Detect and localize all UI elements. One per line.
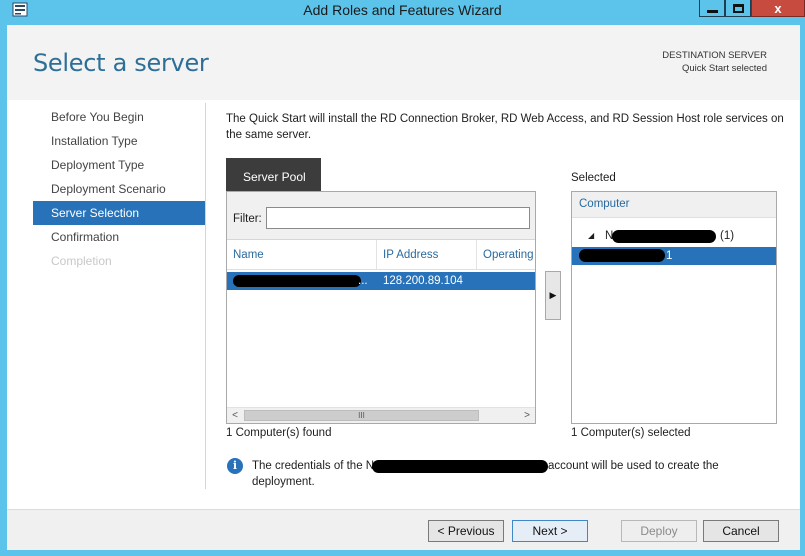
- nav-item-deployment-scenario[interactable]: Deployment Scenario: [33, 177, 205, 201]
- minimize-button[interactable]: [699, 0, 725, 17]
- redacted-selected-server: [579, 249, 665, 262]
- maximize-icon: [732, 3, 744, 13]
- tab-server-pool[interactable]: Server Pool: [226, 158, 321, 192]
- nav-divider: [205, 103, 206, 489]
- redacted-account-name: [372, 460, 548, 473]
- title-bar[interactable]: Add Roles and Features Wizard x: [0, 0, 805, 20]
- destination-value: Quick Start selected: [681, 63, 767, 74]
- minimize-icon: [706, 10, 718, 13]
- wizard-nav: Before You Begin Installation Type Deplo…: [33, 105, 205, 273]
- column-header-ip-address[interactable]: IP Address: [377, 240, 477, 269]
- selected-grid-header: Computer: [572, 192, 776, 218]
- selected-group-node[interactable]: ◢ N (1): [572, 227, 776, 245]
- filter-input[interactable]: [266, 207, 530, 229]
- server-pool-panel: Filter: Name IP Address Operating ... 12…: [226, 191, 536, 424]
- nav-item-before-you-begin[interactable]: Before You Begin: [33, 105, 205, 129]
- selected-server-suffix: 1: [666, 250, 673, 262]
- nav-item-deployment-type[interactable]: Deployment Type: [33, 153, 205, 177]
- selected-label: Selected: [571, 172, 616, 184]
- scroll-thumb[interactable]: III: [244, 410, 479, 421]
- wizard-client-area: Select a server DESTINATION SERVER Quick…: [7, 25, 800, 550]
- filter-label: Filter:: [233, 213, 262, 225]
- close-icon: x: [774, 0, 782, 16]
- scroll-left-icon[interactable]: <: [227, 408, 243, 423]
- server-name-ellipsis: ...: [358, 275, 368, 287]
- page-title: Select a server: [33, 49, 209, 77]
- nav-item-confirmation[interactable]: Confirmation: [33, 225, 205, 249]
- server-ip-address: 128.200.89.104: [383, 275, 463, 287]
- server-grid-header: Name IP Address Operating: [227, 240, 535, 270]
- redacted-group-name: [612, 230, 716, 243]
- column-header-computer[interactable]: Computer: [579, 198, 630, 210]
- credentials-info-prefix: The credentials of the N: [252, 460, 375, 472]
- horizontal-scrollbar[interactable]: < III >: [227, 407, 535, 423]
- selected-group-count: (1): [720, 230, 735, 242]
- add-to-selected-button[interactable]: ▶: [545, 271, 561, 320]
- close-button[interactable]: x: [751, 0, 805, 17]
- table-row[interactable]: ... 128.200.89.104: [227, 272, 535, 290]
- computers-found-count: 1 Computer(s) found: [226, 427, 332, 439]
- credentials-info: The credentials of the N account will be…: [252, 458, 752, 490]
- computers-selected-count: 1 Computer(s) selected: [571, 427, 691, 439]
- wizard-footer: < Previous Next > Deploy Cancel: [7, 509, 800, 550]
- credentials-info-line-2: deployment.: [252, 476, 315, 488]
- arrow-right-icon: ▶: [549, 290, 557, 300]
- cancel-button[interactable]: Cancel: [703, 520, 779, 542]
- window-title: Add Roles and Features Wizard: [303, 2, 502, 18]
- nav-item-completion: Completion: [51, 254, 112, 268]
- collapse-triangle-icon[interactable]: ◢: [588, 227, 594, 245]
- nav-item-installation-type[interactable]: Installation Type: [33, 129, 205, 153]
- selected-panel: Computer ◢ N (1) 1: [571, 191, 777, 424]
- redacted-server-name: [233, 275, 361, 287]
- destination-server: DESTINATION SERVER Quick Start selected: [662, 49, 767, 75]
- info-icon: i: [227, 458, 243, 474]
- wizard-header: Select a server DESTINATION SERVER Quick…: [7, 25, 800, 100]
- nav-item-server-selection[interactable]: Server Selection: [33, 201, 205, 225]
- maximize-button[interactable]: [725, 0, 751, 17]
- wizard-window: Add Roles and Features Wizard x Select a…: [0, 0, 805, 556]
- selected-server-row[interactable]: 1: [572, 247, 776, 265]
- previous-button[interactable]: < Previous: [428, 520, 504, 542]
- credentials-info-suffix: account will be used to create the: [548, 460, 719, 472]
- scroll-right-icon[interactable]: >: [519, 408, 535, 423]
- column-header-operating-system[interactable]: Operating: [477, 240, 535, 269]
- next-button[interactable]: Next >: [512, 520, 588, 542]
- deploy-button: Deploy: [621, 520, 697, 542]
- credentials-info-line-1: The credentials of the N account will be…: [252, 458, 752, 474]
- description-text: The Quick Start will install the RD Conn…: [226, 113, 784, 141]
- column-header-name[interactable]: Name: [227, 240, 377, 269]
- filter-area: Filter:: [227, 192, 535, 240]
- destination-label: DESTINATION SERVER: [662, 50, 767, 61]
